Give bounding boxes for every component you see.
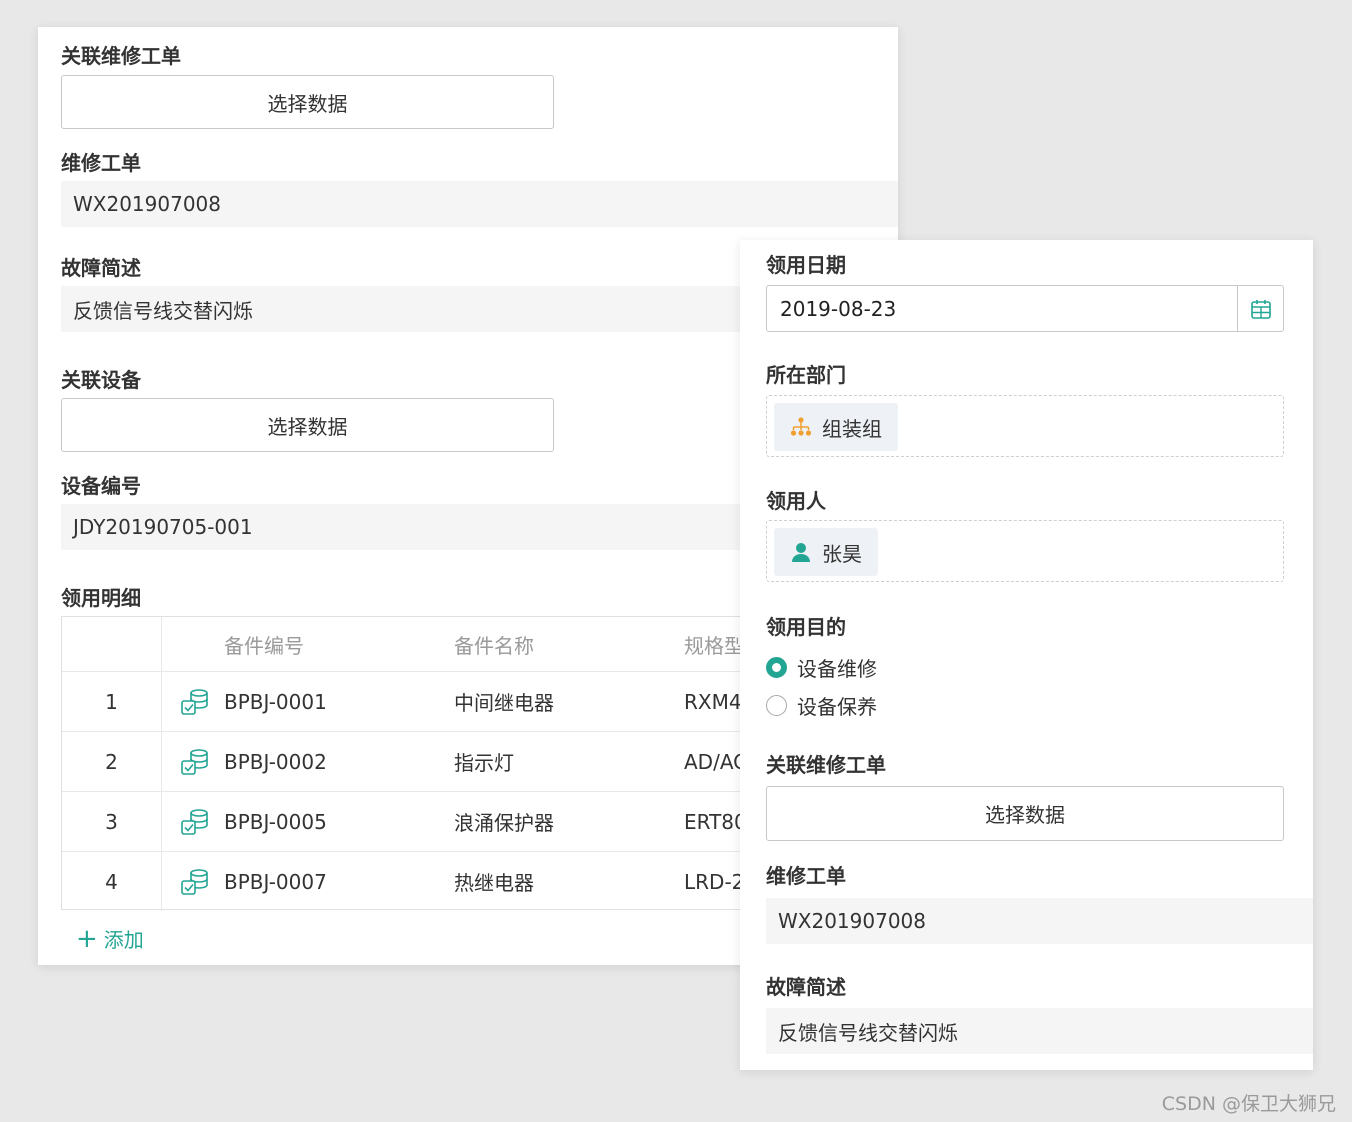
watermark: CSDN @保卫大狮兄 [1161, 1093, 1336, 1115]
row-index: 3 [62, 792, 162, 851]
right-form-panel: 领用日期 2019-08-23 所在部门 组装组 领用人 张昊 领用目的 设备维… [740, 240, 1313, 1070]
user-tag[interactable]: 张昊 [774, 528, 878, 576]
part-stack-icon [181, 808, 208, 835]
order-value: WX201907008 [766, 898, 1313, 944]
related-order-label: 关联维修工单 [766, 753, 886, 777]
dept-field[interactable]: 组装组 [766, 395, 1284, 457]
row-code-cell: BPBJ-0001 [180, 672, 327, 731]
purpose-option-label: 设备保养 [797, 695, 877, 719]
row-code-cell: BPBJ-0002 [180, 732, 327, 791]
row-spec: AD/AC [684, 749, 748, 774]
calendar-button[interactable] [1237, 286, 1283, 331]
purpose-option-label: 设备维修 [797, 657, 877, 681]
row-spec: LRD-2 [684, 869, 745, 894]
purpose-option-maintenance[interactable]: 设备保养 [766, 691, 877, 720]
header-index-cell [62, 617, 162, 671]
dept-value: 组装组 [822, 416, 882, 441]
fault-value: 反馈信号线交替闪烁 [766, 1008, 1313, 1054]
row-name: 指示灯 [454, 751, 514, 775]
device-no-label: 设备编号 [61, 474, 141, 498]
radio-selected-icon [766, 657, 787, 678]
dept-label: 所在部门 [766, 363, 846, 387]
date-value: 2019-08-23 [780, 296, 897, 321]
date-label: 领用日期 [766, 253, 846, 277]
fault-label: 故障简述 [766, 975, 846, 999]
header-spec: 规格型 [684, 633, 744, 658]
date-field[interactable]: 2019-08-23 [766, 285, 1284, 332]
device-label: 关联设备 [61, 368, 141, 392]
calendar-icon [1250, 299, 1271, 319]
row-index: 2 [62, 732, 162, 791]
plus-icon: + [76, 923, 98, 954]
add-row-button[interactable]: + 添加 [76, 924, 144, 953]
row-name: 中间继电器 [454, 691, 554, 715]
dept-tag[interactable]: 组装组 [774, 403, 898, 451]
row-name: 浪涌保护器 [454, 811, 554, 835]
row-code-cell: BPBJ-0007 [180, 852, 327, 911]
row-spec: ERT80 [684, 809, 747, 834]
user-label: 领用人 [766, 489, 826, 513]
header-name: 备件名称 [454, 633, 534, 658]
order-value: WX201907008 [61, 181, 898, 227]
row-code: BPBJ-0002 [224, 749, 327, 774]
row-index: 4 [62, 852, 162, 911]
row-code: BPBJ-0007 [224, 869, 327, 894]
part-stack-icon [181, 868, 208, 895]
user-icon [792, 543, 810, 562]
device-select-button[interactable]: 选择数据 [61, 398, 554, 452]
row-code: BPBJ-0005 [224, 809, 327, 834]
row-spec: RXM4 [684, 689, 742, 714]
related-order-label: 关联维修工单 [61, 44, 181, 68]
part-stack-icon [181, 748, 208, 775]
fault-label: 故障简述 [61, 256, 141, 280]
related-order-select-button[interactable]: 选择数据 [61, 75, 554, 129]
purpose-option-repair[interactable]: 设备维修 [766, 653, 877, 682]
purpose-label: 领用目的 [766, 615, 846, 639]
order-label: 维修工单 [766, 864, 846, 888]
order-label: 维修工单 [61, 151, 141, 175]
row-index: 1 [62, 672, 162, 731]
header-code: 备件编号 [224, 633, 304, 658]
related-order-select-button[interactable]: 选择数据 [766, 786, 1284, 841]
part-stack-icon [181, 688, 208, 715]
row-code-cell: BPBJ-0005 [180, 792, 327, 851]
add-label: 添加 [103, 928, 144, 952]
radio-unselected-icon [766, 695, 787, 716]
row-code: BPBJ-0001 [224, 689, 327, 714]
user-value: 张昊 [822, 541, 862, 566]
org-chart-icon [790, 417, 812, 436]
detail-label: 领用明细 [61, 586, 141, 610]
user-field[interactable]: 张昊 [766, 520, 1284, 582]
row-name: 热继电器 [454, 871, 534, 895]
